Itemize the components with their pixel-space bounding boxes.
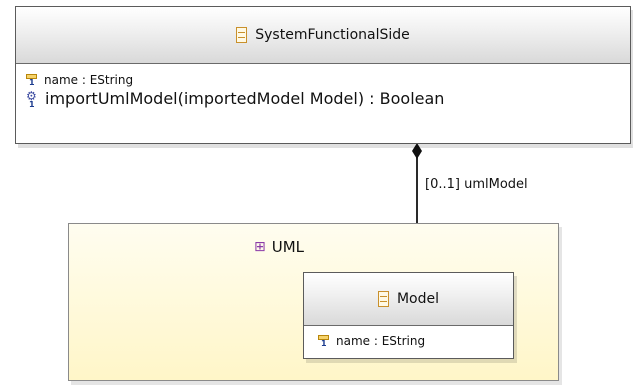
class-system-functional-side[interactable]: SystemFunctionalSide 1 name : EString ⚙ 1… bbox=[15, 6, 631, 144]
attribute-label: name : EString bbox=[44, 73, 134, 87]
attribute-row[interactable]: 1 name : EString bbox=[318, 334, 425, 348]
package-name: UML bbox=[271, 238, 305, 256]
package-label: ⊞ UML bbox=[254, 238, 304, 256]
operation-label: importUmlModel(importedModel Model) : Bo… bbox=[45, 89, 445, 108]
class-model[interactable]: Model 1 name : EString bbox=[303, 272, 514, 359]
class-name: SystemFunctionalSide bbox=[255, 27, 410, 43]
class-name: Model bbox=[396, 291, 440, 307]
class-icon bbox=[377, 291, 389, 307]
diagram-canvas: [0..1] umlModel SystemFunctionalSide 1 n… bbox=[0, 0, 633, 385]
class-header: Model bbox=[304, 273, 513, 326]
attribute-label: name : EString bbox=[336, 334, 426, 348]
operation-row[interactable]: ⚙ 1 importUmlModel(importedModel Model) :… bbox=[26, 88, 445, 109]
class-header: SystemFunctionalSide bbox=[16, 7, 630, 64]
attribute-icon: 1 bbox=[26, 73, 37, 87]
operation-gear-icon: ⚙ 1 bbox=[26, 88, 37, 109]
class-icon bbox=[236, 27, 248, 43]
association-role-label: [0..1] umlModel bbox=[425, 177, 528, 192]
package-icon: ⊞ bbox=[254, 239, 266, 255]
attribute-icon: 1 bbox=[318, 334, 329, 348]
composition-diamond-icon bbox=[412, 143, 422, 159]
attribute-row[interactable]: 1 name : EString bbox=[26, 73, 133, 87]
